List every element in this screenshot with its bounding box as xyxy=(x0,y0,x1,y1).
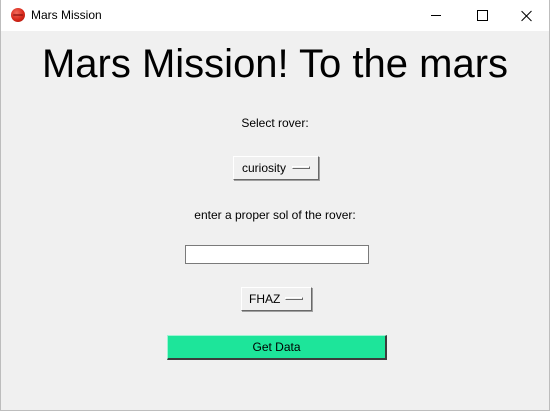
minimize-button[interactable] xyxy=(413,0,459,31)
close-button[interactable] xyxy=(504,0,550,31)
option-menu-indicator-icon xyxy=(292,166,310,169)
rover-label: Select rover: xyxy=(241,116,309,130)
window-title: Mars Mission xyxy=(31,8,102,22)
get-data-button[interactable]: Get Data xyxy=(167,335,387,360)
sol-label: enter a proper sol of the rover: xyxy=(194,208,356,222)
minimize-icon xyxy=(431,15,441,16)
maximize-button[interactable] xyxy=(459,0,505,31)
maximize-icon xyxy=(476,10,488,21)
app-window: Mars Mission Mars Mission! To the mars S… xyxy=(0,0,550,411)
rover-select[interactable]: curiosity xyxy=(233,156,319,180)
camera-select-value: FHAZ xyxy=(249,292,281,306)
option-menu-indicator-icon xyxy=(285,297,303,300)
mars-planet-icon xyxy=(11,8,25,22)
rover-select-value: curiosity xyxy=(242,161,287,175)
sol-input[interactable] xyxy=(185,245,369,264)
page-title: Mars Mission! To the mars xyxy=(41,42,509,86)
title-bar[interactable]: Mars Mission xyxy=(1,0,549,31)
camera-select[interactable]: FHAZ xyxy=(241,287,312,311)
close-icon xyxy=(521,10,533,22)
